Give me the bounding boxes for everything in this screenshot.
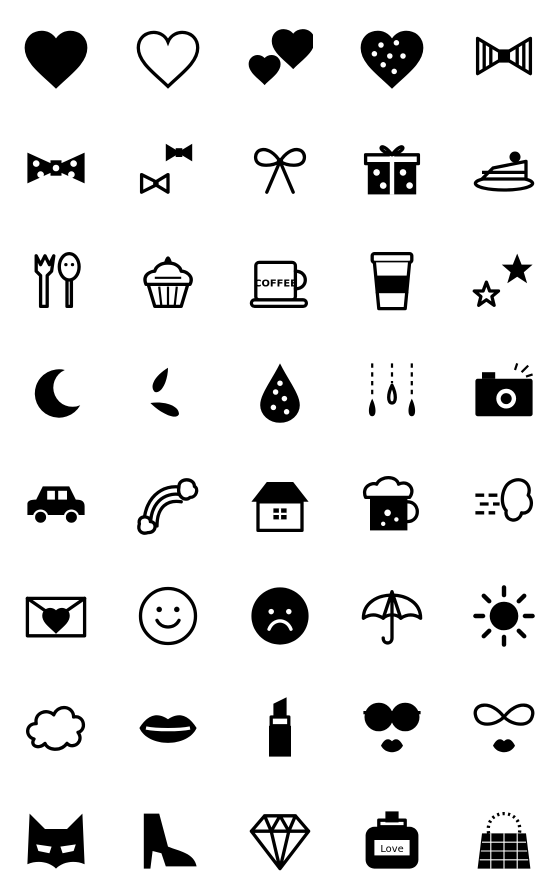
sticker-striped-bow[interactable]: [448, 0, 560, 112]
gift-box-icon: [363, 145, 421, 195]
two-bows-icon: [139, 143, 193, 194]
sticker-gift-box[interactable]: [336, 112, 448, 224]
coffee-label: COFFEE: [254, 279, 297, 290]
umbrella-icon: [361, 590, 423, 645]
sun-icon: [473, 585, 535, 647]
sticker-umbrella[interactable]: [336, 560, 448, 672]
two-stars-icon: [472, 253, 533, 307]
high-heel-icon: [143, 813, 197, 869]
splash-drops-icon: [150, 367, 179, 417]
coffee-cup-icon: COFFEE: [249, 260, 309, 309]
sticker-diamond[interactable]: [224, 784, 336, 896]
handbag-icon: [477, 811, 531, 869]
sticker-crescent-moon[interactable]: [0, 336, 112, 448]
sticker-cupcake[interactable]: [112, 224, 224, 336]
sad-face-icon: [251, 587, 309, 645]
sticker-two-hearts[interactable]: [224, 0, 336, 112]
sticker-coffee-cup[interactable]: COFFEE: [224, 224, 336, 336]
sticker-sun[interactable]: [448, 560, 560, 672]
sticker-two-stars[interactable]: [448, 224, 560, 336]
diamond-icon: [249, 814, 311, 871]
sticker-floral-bow[interactable]: [0, 112, 112, 224]
sticker-grid: COFFEE Love: [0, 0, 560, 896]
sticker-bow-glasses-face[interactable]: [448, 672, 560, 784]
heart-outline-icon: [136, 30, 200, 89]
smiley-face-icon: [138, 586, 198, 646]
sticker-takeaway-cup[interactable]: [336, 224, 448, 336]
sticker-polka-dot-drop[interactable]: [224, 336, 336, 448]
cupcake-icon: [143, 256, 193, 309]
ribbon-bow-icon: [254, 147, 306, 194]
sticker-heart-filled[interactable]: [0, 0, 112, 112]
sticker-rainbow[interactable]: [112, 448, 224, 560]
sticker-heart-outline[interactable]: [112, 0, 224, 112]
hanging-drops-icon: [368, 363, 416, 417]
sticker-high-heel[interactable]: [112, 784, 224, 896]
sticker-beer-mug[interactable]: [336, 448, 448, 560]
perfume-bottle-icon: Love: [365, 811, 419, 869]
sticker-wind-puff[interactable]: [448, 448, 560, 560]
sticker-sad-face[interactable]: [224, 560, 336, 672]
cat-mask-icon: [27, 813, 85, 869]
bow-glasses-face-icon: [473, 703, 535, 753]
house-icon: [251, 482, 309, 533]
love-letter-icon: [25, 596, 87, 638]
striped-bow-icon: [475, 36, 533, 76]
sticker-perfume-bottle[interactable]: Love: [336, 784, 448, 896]
cake-slice-icon: [473, 151, 535, 192]
lips-icon: [139, 715, 197, 743]
sticker-two-bows[interactable]: [112, 112, 224, 224]
sticker-house[interactable]: [224, 448, 336, 560]
crescent-moon-icon: [34, 369, 81, 418]
two-hearts-icon: [248, 29, 313, 86]
beer-mug-icon: [362, 475, 419, 531]
perfume-label: Love: [380, 844, 403, 855]
cloud-icon: [26, 706, 86, 751]
polka-dot-heart-icon: [360, 30, 424, 89]
sticker-cat-mask[interactable]: [0, 784, 112, 896]
sticker-polka-dot-heart[interactable]: [336, 0, 448, 112]
sunglasses-face-icon: [363, 702, 421, 753]
heart-filled-icon: [24, 30, 88, 89]
fork-and-spoon-icon: [34, 251, 81, 309]
sticker-ribbon-bow[interactable]: [224, 112, 336, 224]
sticker-sunglasses-face[interactable]: [336, 672, 448, 784]
rainbow-icon: [137, 478, 199, 535]
camera-icon: [475, 363, 533, 417]
sticker-lips[interactable]: [112, 672, 224, 784]
sticker-splash-drops[interactable]: [112, 336, 224, 448]
sticker-hanging-drops[interactable]: [336, 336, 448, 448]
sticker-car[interactable]: [0, 448, 112, 560]
sticker-cake-slice[interactable]: [448, 112, 560, 224]
takeaway-cup-icon: [370, 251, 414, 311]
floral-bow-icon: [27, 152, 85, 184]
lipstick-icon: [269, 697, 291, 757]
sticker-love-letter[interactable]: [0, 560, 112, 672]
sticker-lipstick[interactable]: [224, 672, 336, 784]
sticker-camera[interactable]: [448, 336, 560, 448]
wind-puff-icon: [475, 478, 533, 522]
sticker-fork-and-spoon[interactable]: [0, 224, 112, 336]
sticker-smiley-face[interactable]: [112, 560, 224, 672]
sticker-handbag[interactable]: [448, 784, 560, 896]
sticker-cloud[interactable]: [0, 672, 112, 784]
polka-dot-drop-icon: [260, 363, 300, 423]
car-icon: [27, 486, 85, 525]
